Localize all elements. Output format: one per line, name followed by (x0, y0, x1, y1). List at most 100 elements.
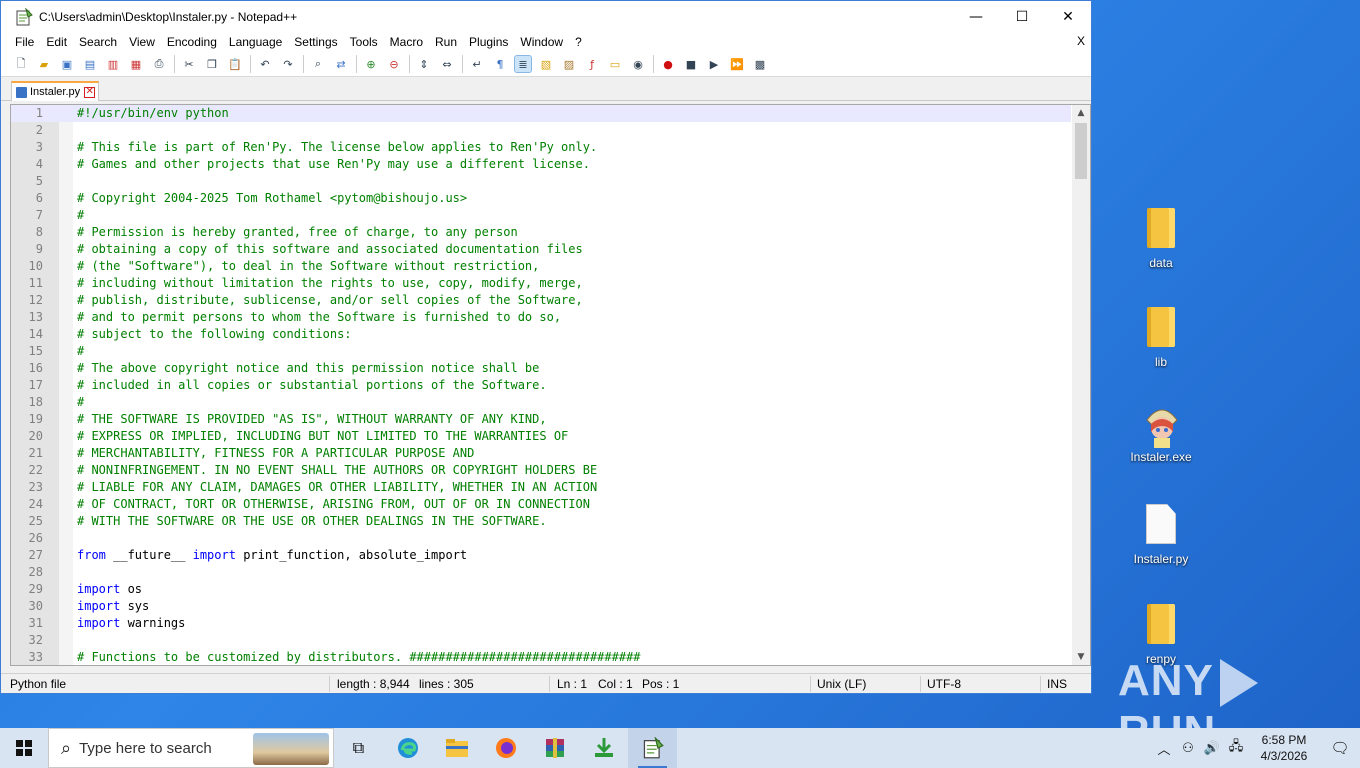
code-line[interactable]: 26 (11, 530, 1071, 547)
tab-instaler-py[interactable]: Instaler.py ✕ (11, 81, 99, 101)
stop-macro-icon[interactable]: ■ (683, 56, 699, 72)
code-line[interactable]: 4 # Games and other projects that use Ren… (11, 156, 1071, 173)
menu-view[interactable]: View (123, 35, 161, 49)
task-view-button[interactable]: ⧉ (334, 728, 383, 768)
menu-macro[interactable]: Macro (384, 35, 429, 49)
new-file-icon[interactable]: 🗋 (13, 56, 29, 72)
code-line[interactable]: 15 # (11, 343, 1071, 360)
monitoring-icon[interactable]: ◉ (630, 56, 646, 72)
replace-icon[interactable]: ⇄ (333, 56, 349, 72)
doc-map-icon[interactable]: ▨ (561, 56, 577, 72)
network-icon[interactable]: 🖧 (1224, 737, 1248, 759)
code-line[interactable]: 30 import sys (11, 598, 1071, 615)
sync-horizontal-icon[interactable]: ⇔ (439, 56, 455, 72)
find-icon[interactable]: ⌕ (310, 56, 326, 72)
show-all-chars-icon[interactable]: ¶ (492, 56, 508, 72)
sync-vertical-icon[interactable]: ⇕ (416, 56, 432, 72)
desktop-icon-instaler-py[interactable]: Instaler.py (1121, 504, 1201, 566)
menu-encoding[interactable]: Encoding (161, 35, 223, 49)
close-button[interactable]: ✕ (1045, 1, 1091, 32)
code-line[interactable]: 16 # The above copyright notice and this … (11, 360, 1071, 377)
function-list-icon[interactable]: ƒ (584, 56, 600, 72)
code-line[interactable]: 5 (11, 173, 1071, 190)
menu-search[interactable]: Search (73, 35, 123, 49)
downloader-button[interactable] (579, 728, 628, 768)
save-all-icon[interactable]: ▤ (82, 56, 98, 72)
copy-icon[interactable]: ❐ (204, 56, 220, 72)
code-line[interactable]: 20 # EXPRESS OR IMPLIED, INCLUDING BUT NO… (11, 428, 1071, 445)
code-line[interactable]: 17 # included in all copies or substantia… (11, 377, 1071, 394)
code-line[interactable]: 19 # THE SOFTWARE IS PROVIDED "AS IS", WI… (11, 411, 1071, 428)
start-button[interactable] (0, 728, 48, 768)
status-encoding[interactable]: UTF-8 (927, 677, 961, 691)
code-line[interactable]: 32 (11, 632, 1071, 649)
save-icon[interactable]: ▣ (59, 56, 75, 72)
code-line[interactable]: 9 # obtaining a copy of this software and… (11, 241, 1071, 258)
volume-icon[interactable]: 🔊 (1200, 741, 1224, 756)
file-explorer-button[interactable] (432, 728, 481, 768)
tab-close-icon[interactable]: ✕ (84, 86, 96, 98)
scroll-up-icon[interactable]: ▲ (1072, 105, 1090, 121)
desktop-icon-data[interactable]: data (1121, 208, 1201, 270)
code-line[interactable]: 27 from __future__ import print_function,… (11, 547, 1071, 564)
maximize-button[interactable]: ☐ (999, 1, 1045, 32)
title-bar[interactable]: C:\Users\admin\Desktop\Instaler.py - Not… (1, 1, 1091, 32)
save-macro-icon[interactable]: ▩ (752, 56, 768, 72)
minimize-button[interactable]: — (953, 1, 999, 32)
scroll-down-icon[interactable]: ▼ (1072, 649, 1090, 665)
redo-icon[interactable]: ↷ (280, 56, 296, 72)
print-icon[interactable]: ⎙ (151, 56, 167, 72)
code-line[interactable]: 10 # (the "Software"), to deal in the Sof… (11, 258, 1071, 275)
zoom-out-icon[interactable]: ⊖ (386, 56, 402, 72)
menu-tools[interactable]: Tools (344, 35, 384, 49)
code-line[interactable]: 2 (11, 122, 1071, 139)
desktop-icon-lib[interactable]: lib (1121, 307, 1201, 369)
code-line[interactable]: 14 # subject to the following conditions: (11, 326, 1071, 343)
code-editor[interactable]: 1 #!/usr/bin/env python 2 3 # This file is p… (10, 104, 1091, 666)
notepadpp-taskbar-button[interactable] (628, 728, 677, 768)
record-macro-icon[interactable]: ● (660, 56, 676, 72)
code-line[interactable]: 29 import os (11, 581, 1071, 598)
code-line[interactable]: 28 (11, 564, 1071, 581)
status-insert-mode[interactable]: INS (1047, 677, 1067, 691)
code-line[interactable]: 25 # WITH THE SOFTWARE OR THE USE OR OTHE… (11, 513, 1071, 530)
code-line[interactable]: 22 # NONINFRINGEMENT. IN NO EVENT SHALL T… (11, 462, 1071, 479)
show-hidden-icons-chevron-icon[interactable]: ︿ (1152, 739, 1176, 758)
taskbar-search[interactable]: ⌕ Type here to search (48, 728, 334, 768)
run-macro-multiple-icon[interactable]: ⏩ (729, 56, 745, 72)
close-all-icon[interactable]: ▦ (128, 56, 144, 72)
menu-edit[interactable]: Edit (40, 35, 73, 49)
close-icon[interactable]: ▥ (105, 56, 121, 72)
code-line[interactable]: 21 # MERCHANTABILITY, FITNESS FOR A PARTI… (11, 445, 1071, 462)
code-line[interactable]: 23 # LIABLE FOR ANY CLAIM, DAMAGES OR OTH… (11, 479, 1071, 496)
code-line[interactable]: 6 # Copyright 2004-2025 Tom Rothamel <pyt… (11, 190, 1071, 207)
code-line[interactable]: 13 # and to permit persons to whom the So… (11, 309, 1071, 326)
cut-icon[interactable]: ✂ (181, 56, 197, 72)
notification-icon[interactable]: 🗨 (1320, 739, 1360, 757)
close-document-button[interactable]: X (1077, 34, 1085, 48)
menu-window[interactable]: Window (514, 35, 569, 49)
menu-language[interactable]: Language (223, 35, 288, 49)
udl-icon[interactable]: ▧ (538, 56, 554, 72)
menu-plugins[interactable]: Plugins (463, 35, 514, 49)
play-macro-icon[interactable]: ▶ (706, 56, 722, 72)
firefox-button[interactable] (481, 728, 530, 768)
word-wrap-icon[interactable]: ↵ (469, 56, 485, 72)
indent-guide-icon[interactable]: ≣ (514, 55, 532, 73)
clock[interactable]: 6:58 PM 4/3/2026 (1248, 732, 1320, 764)
zoom-in-icon[interactable]: ⊕ (363, 56, 379, 72)
desktop-icon-instaler-exe[interactable]: Instaler.exe (1121, 402, 1201, 464)
menu-file[interactable]: File (9, 35, 40, 49)
code-line[interactable]: 18 # (11, 394, 1071, 411)
status-eol[interactable]: Unix (LF) (817, 677, 866, 691)
menu-run[interactable]: Run (429, 35, 463, 49)
device-icon[interactable]: ⚇ (1176, 741, 1200, 756)
scroll-thumb[interactable] (1075, 123, 1087, 179)
folder-as-workspace-icon[interactable]: ▭ (607, 56, 623, 72)
code-line[interactable]: 1 #!/usr/bin/env python (11, 105, 1071, 122)
code-line[interactable]: 12 # publish, distribute, sublicense, and… (11, 292, 1071, 309)
code-line[interactable]: 8 # Permission is hereby granted, free of… (11, 224, 1071, 241)
code-line[interactable]: 7 # (11, 207, 1071, 224)
edge-button[interactable] (383, 728, 432, 768)
winrar-button[interactable] (530, 728, 579, 768)
